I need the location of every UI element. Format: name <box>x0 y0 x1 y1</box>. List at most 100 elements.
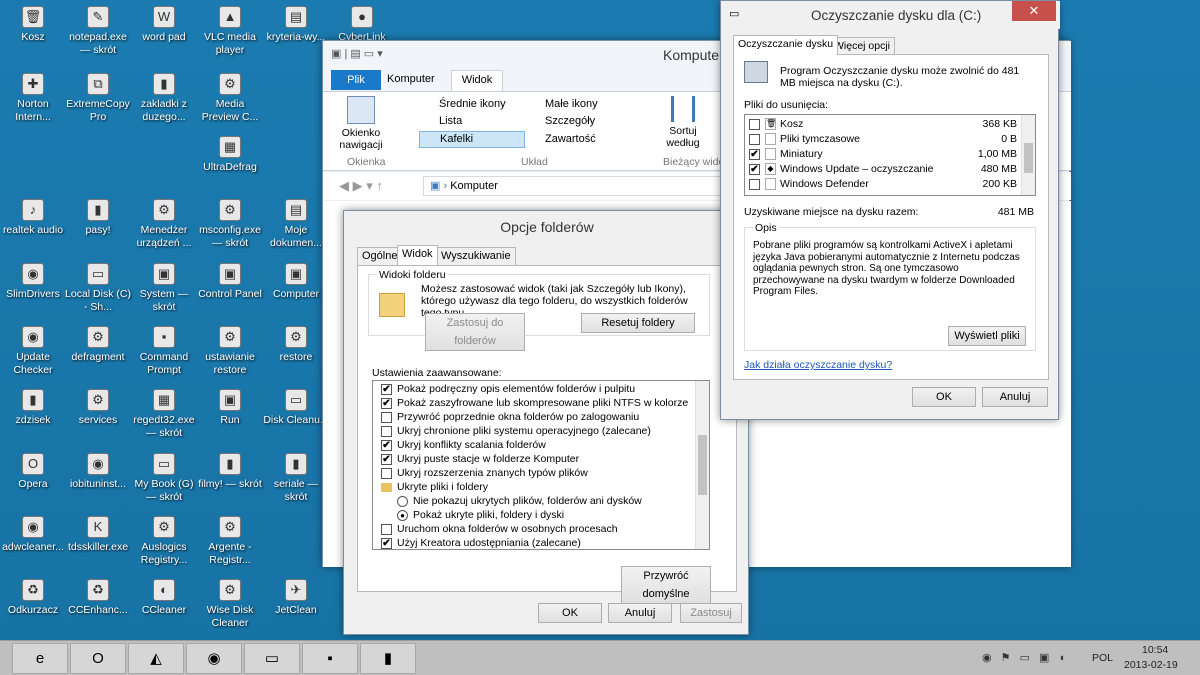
reset-folders-button[interactable]: Resetuj foldery <box>581 313 695 333</box>
desktop-icon[interactable]: ♻ Odkurzacz <box>0 579 66 617</box>
sort-button[interactable]: Sortuj według <box>659 96 707 149</box>
desktop-icon[interactable]: ⚙ Menedżer urządzeń ... <box>131 199 197 250</box>
desktop-icon[interactable]: ⚙ ustawianie restore <box>197 326 263 377</box>
setting-row[interactable]: Ukryte pliki i foldery <box>381 480 693 494</box>
radio-button[interactable]: ● <box>397 509 408 521</box>
desktop-icon[interactable]: 🗑 Kosz <box>0 6 66 44</box>
desktop-icon[interactable]: ▮ seriale — skrót <box>263 453 329 504</box>
setting-row[interactable]: ✔ Ukryj konflikty scalania folderów <box>381 438 693 452</box>
file-row[interactable]: 🗑 Kosz 368 KB <box>749 117 1019 132</box>
file-row[interactable]: ✔ ◆ Windows Update – oczyszczanie 480 MB <box>749 162 1019 177</box>
clock-date[interactable]: 2013-02-19 <box>1124 659 1178 671</box>
desktop-icon[interactable]: ⚙ Wise Disk Cleaner <box>197 579 263 630</box>
layout-tiles[interactable]: Kafelki <box>419 131 525 148</box>
checkbox[interactable] <box>381 523 392 535</box>
desktop-icon[interactable]: ● CyberLink <box>329 6 395 44</box>
desktop-icon[interactable]: ▣ Computer <box>263 263 329 301</box>
tab-widok[interactable]: Widok <box>451 70 503 91</box>
desktop-icon[interactable]: ⚙ msconfig.exe — skrót <box>197 199 263 250</box>
checkbox[interactable]: ✔ <box>381 537 392 549</box>
desktop-icon[interactable]: ▣ Control Panel <box>197 263 263 301</box>
desktop-icon[interactable]: ♻ CCEnhanc... <box>65 579 131 617</box>
checkbox[interactable]: ✔ <box>381 397 392 409</box>
layout-details[interactable]: Szczegóły <box>529 115 595 127</box>
desktop-icon[interactable]: ⚙ Auslogics Registry... <box>131 516 197 567</box>
scroll-thumb[interactable] <box>698 435 707 495</box>
desktop-icon[interactable]: ▪ Command Prompt <box>131 326 197 377</box>
desktop-icon[interactable]: ⚙ Media Preview C... <box>197 73 263 124</box>
cleanup-help-link[interactable]: Jak działa oczyszczanie dysku? <box>744 359 892 371</box>
setting-row[interactable]: Ukryj rozszerzenia znanych typów plików <box>381 466 693 480</box>
desktop-icon[interactable]: Wword pad <box>131 6 197 44</box>
desktop-icon[interactable]: ♪ realtek audio <box>0 199 66 237</box>
checkbox[interactable] <box>381 425 392 437</box>
desktop-icon[interactable]: ▲ VLC media player <box>197 6 263 57</box>
desktop-icon[interactable]: ▦ UltraDefrag <box>197 136 263 174</box>
radio-button[interactable] <box>397 495 408 507</box>
setting-row[interactable]: ✔ Użyj Kreatora udostępniania (zalecane) <box>381 536 693 549</box>
clock-time[interactable]: 10:54 <box>1142 644 1168 656</box>
checkbox[interactable] <box>749 118 760 130</box>
layout-small-icons[interactable]: Małe ikony <box>529 98 598 110</box>
desktop-icon[interactable]: ▣ System — skrót <box>131 263 197 314</box>
view-files-button[interactable]: Wyświetl pliki <box>948 326 1026 346</box>
layout-list[interactable]: Lista <box>423 115 462 127</box>
setting-row[interactable]: Ukryj chronione pliki systemu operacyjne… <box>381 424 693 438</box>
tab-plik[interactable]: Plik <box>331 70 381 90</box>
desktop-icon[interactable]: ✈ JetClean <box>263 579 329 617</box>
setting-row[interactable]: ● Pokaż ukryte pliki, foldery i dyski <box>381 508 693 522</box>
desktop-icon[interactable]: ✚ Norton Intern... <box>0 73 66 124</box>
address-bar[interactable]: ▣ › Komputer <box>423 176 723 196</box>
desktop-icon[interactable]: ▭ My Book (G) — skrót <box>131 453 197 504</box>
file-row[interactable]: Pliki tymczasowe 0 B <box>749 132 1019 147</box>
desktop-icon[interactable]: ⚙ services <box>65 389 131 427</box>
desktop-icon[interactable]: Ktdsskiller.exe <box>65 516 131 554</box>
files-scroll-thumb[interactable] <box>1024 143 1033 173</box>
tab-widok-options[interactable]: Widok <box>397 245 438 265</box>
setting-row[interactable]: Przywróć poprzednie okna folderów po zal… <box>381 410 693 424</box>
desktop-icon[interactable]: ▮ zdzisek <box>0 389 66 427</box>
desktop-icon[interactable]: ◉ iobituninst... <box>65 453 131 491</box>
checkbox[interactable]: ✔ <box>381 453 392 465</box>
tab-wiecej-opcji[interactable]: Więcej opcji <box>829 37 896 55</box>
desktop-icon[interactable]: ⧉ ExtremeCopy Pro <box>65 73 131 124</box>
desktop-icon[interactable]: ⚙ defragment <box>65 326 131 364</box>
desktop-icon[interactable]: ⚙ restore <box>263 326 329 364</box>
cancel-button-folder[interactable]: Anuluj <box>608 603 672 623</box>
layout-content[interactable]: Zawartość <box>529 133 596 145</box>
setting-row[interactable]: ✔ Ukryj puste stacje w folderze Komputer <box>381 452 693 466</box>
setting-row[interactable]: ✔ Pokaż zaszyfrowane lub skompresowane pl… <box>381 396 693 410</box>
tab-oczyszczanie[interactable]: Oczyszczanie dysku <box>733 35 839 55</box>
close-button[interactable]: ✕ <box>1012 1 1056 21</box>
apply-to-folders-button[interactable]: Zastosuj do folderów <box>425 313 525 351</box>
layout-medium-icons[interactable]: Średnie ikony <box>423 98 506 110</box>
taskbar-app-button[interactable]: ◭ <box>128 643 184 674</box>
checkbox[interactable] <box>749 133 760 145</box>
desktop-icon[interactable]: ◉ SlimDrivers <box>0 263 66 301</box>
checkbox[interactable] <box>381 411 392 423</box>
desktop-icon[interactable]: ▦ regedt32.exe — skrót <box>131 389 197 440</box>
desktop-icon[interactable]: ▤ kryteria-wy... <box>263 6 329 44</box>
language-indicator[interactable]: POL <box>1092 652 1113 664</box>
checkbox[interactable]: ✔ <box>381 439 392 451</box>
tab-wyszukiwanie[interactable]: Wyszukiwanie <box>436 247 516 265</box>
tab-ogolne[interactable]: Ogólne <box>357 247 403 265</box>
checkbox[interactable] <box>749 178 760 190</box>
taskbar-app-button[interactable]: ▭ <box>244 643 300 674</box>
tab-komputer[interactable]: Komputer <box>387 73 435 85</box>
taskbar-app-button[interactable]: O <box>70 643 126 674</box>
desktop-icon[interactable]: ▤ Moje dokumen... <box>263 199 329 250</box>
tray-icons[interactable]: ◉ ⚑ ▭ ▣ ◖ <box>982 651 1068 664</box>
desktop-icon[interactable]: O Opera <box>0 453 66 491</box>
checkbox[interactable]: ✔ <box>749 163 760 175</box>
taskbar-app-button[interactable]: e <box>12 643 68 674</box>
setting-row[interactable]: Uruchom okna folderów w osobnych procesa… <box>381 522 693 536</box>
setting-row[interactable]: ✔ Pokaż podręczny opis elementów folderów… <box>381 382 693 396</box>
settings-scrollbar[interactable] <box>695 381 709 549</box>
taskbar-app-button[interactable]: ▮ <box>360 643 416 674</box>
setting-row[interactable]: Nie pokazuj ukrytych plików, folderów an… <box>381 494 693 508</box>
desktop-icon[interactable]: ⚙ Argente - Registr... <box>197 516 263 567</box>
checkbox[interactable] <box>381 467 392 479</box>
desktop-icon[interactable]: ✎ notepad.exe — skrót <box>65 6 131 57</box>
restore-defaults-button[interactable]: Przywróć domyślne <box>621 566 711 604</box>
